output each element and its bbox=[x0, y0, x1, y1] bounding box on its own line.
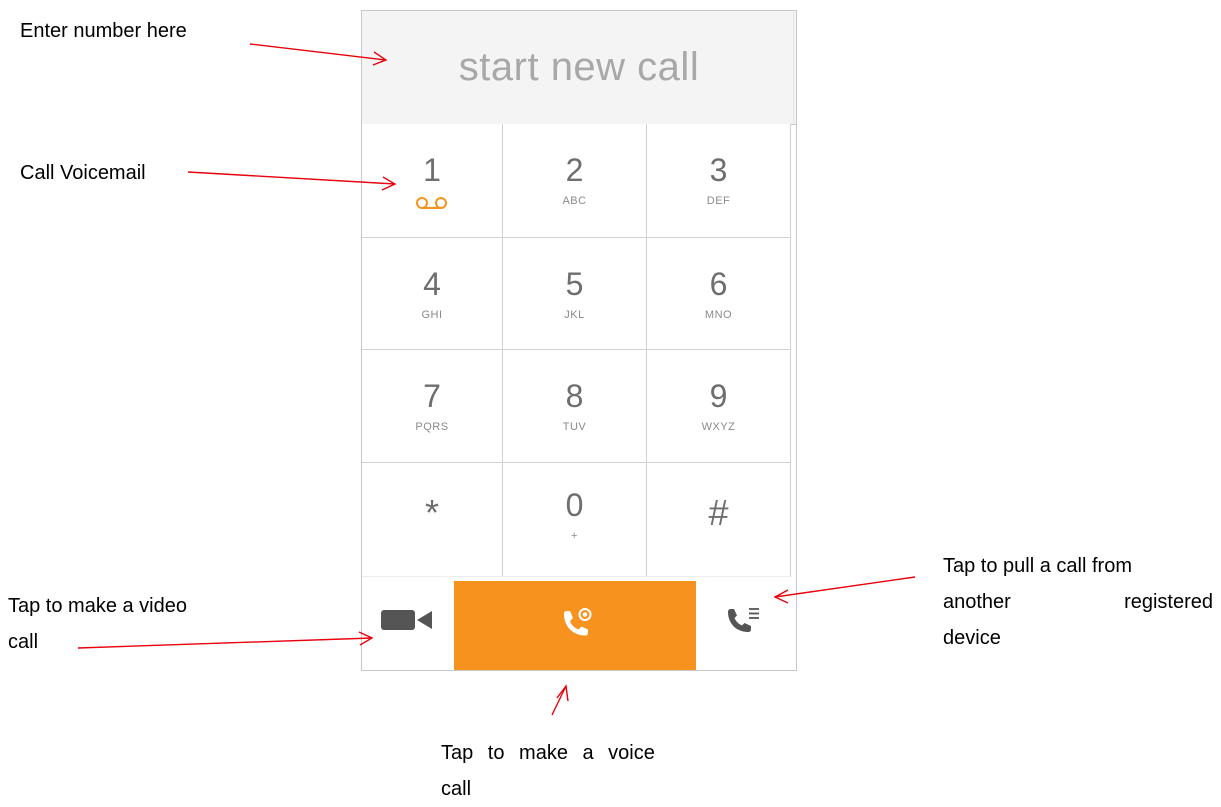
arrow-voice-call bbox=[551, 685, 567, 716]
arrow-call-voicemail bbox=[187, 171, 396, 185]
arrow-enter-number bbox=[249, 43, 387, 61]
arrow-pull-call bbox=[774, 576, 916, 598]
annotation-arrows bbox=[77, 43, 916, 716]
arrow-video-call bbox=[77, 637, 373, 649]
